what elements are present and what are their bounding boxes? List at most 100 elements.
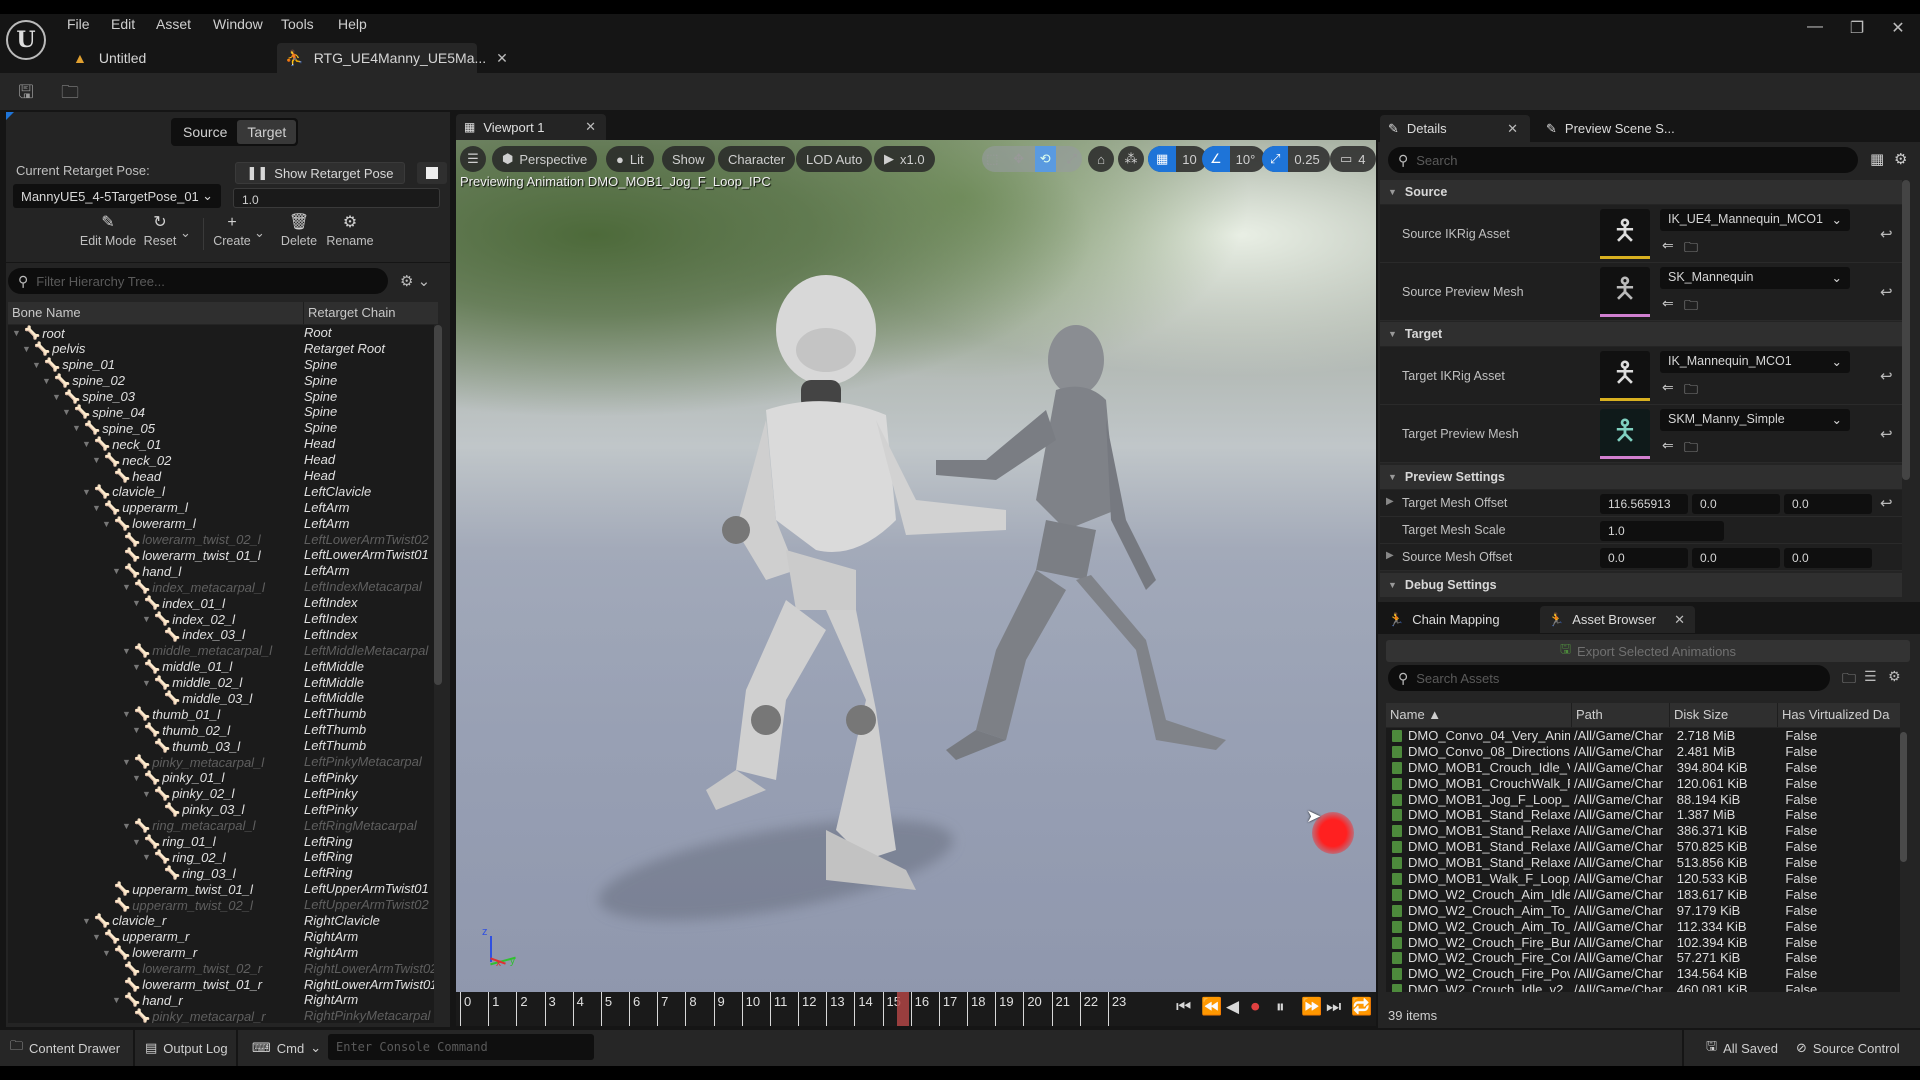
source-offset-z[interactable]: 0.0 (1784, 548, 1872, 568)
frame-tick[interactable]: 7 (657, 992, 668, 1026)
bone-row[interactable]: ▼ 🦴 pelvis Retarget Root (8, 341, 434, 357)
frame-tick[interactable]: 3 (544, 992, 556, 1026)
expand-triangle-icon[interactable]: ▼ (122, 821, 132, 831)
section-preview-settings[interactable]: ▼ Preview Settings (1380, 465, 1902, 489)
bone-row[interactable]: 🦴 pinky_metacarpal_r RightPinkyMetacarpal (8, 1008, 434, 1023)
bone-row[interactable]: ▼ 🦴 hand_r RightArm (8, 992, 434, 1008)
step-back-icon[interactable]: ⏪ (1201, 997, 1222, 1017)
menu-tools[interactable]: Tools (281, 16, 314, 36)
bone-row[interactable]: ▼ 🦴 thumb_02_l LeftThumb (8, 722, 434, 738)
bone-row[interactable]: ▼ 🦴 pinky_metacarpal_l LeftPinkyMetacarpal (8, 754, 434, 770)
bone-row[interactable]: ▼ 🦴 middle_02_l LeftMiddle (8, 675, 434, 691)
bone-row[interactable]: 🦴 head Head (8, 468, 434, 484)
asset-row[interactable]: DMO_W2_Crouch_Idle_v2_IF/All/Game/Char 46… (1386, 982, 1900, 992)
bone-row[interactable]: ▼ 🦴 neck_01 Head (8, 436, 434, 452)
browse-folder-icon[interactable]: 🗀 (58, 80, 82, 102)
source-ikrig-dropdown[interactable]: IK_UE4_Mannequin_MCO1 ⌄ (1660, 209, 1850, 231)
asset-row[interactable]: DMO_MOB1_Walk_F_Loop_I/All/Game/Char 120.… (1386, 871, 1900, 887)
frame-tick[interactable]: 1 (488, 992, 499, 1026)
folder-icon[interactable]: 🗀 (1842, 668, 1856, 692)
reset-dropdown-chevron-icon[interactable]: ⌄ (180, 225, 191, 241)
content-drawer-button[interactable]: 🗀 Content Drawer (10, 1038, 120, 1058)
viewport-3d[interactable]: ➤ z x y ☰ ⬢ Perspective ● Lit Show Charact… (456, 140, 1376, 992)
target-mesh-dropdown[interactable]: SKM_Manny_Simple ⌄ (1660, 409, 1850, 431)
grid-snap-button[interactable]: ▦ 10 (1148, 146, 1207, 172)
doc-tab-untitled[interactable]: ▲ Untitled (68, 43, 268, 73)
bone-row[interactable]: ▼ 🦴 spine_02 Spine (8, 373, 434, 389)
filter-hierarchy-input[interactable]: ⚲ Filter Hierarchy Tree... (8, 268, 388, 294)
ikrig-thumbnail[interactable]: 🯅 (1600, 209, 1650, 259)
viewport-menu-button[interactable]: ☰ (460, 146, 486, 172)
reset-to-default-icon[interactable]: ↩ (1880, 494, 1893, 512)
viewport-tab[interactable]: ▦ Viewport 1 ✕ (456, 114, 606, 140)
details-scrollbar[interactable] (1902, 180, 1910, 480)
pause-icon[interactable]: ⏸ (1276, 997, 1285, 1017)
minimize-button[interactable]: — (1795, 18, 1835, 42)
scale-snap-button[interactable]: ⤢ 0.25 (1262, 146, 1330, 172)
show-retarget-pose-button[interactable]: ❚❚ Show Retarget Pose (235, 162, 405, 184)
close-asset-browser-icon[interactable]: ✕ (1674, 612, 1685, 628)
bone-row[interactable]: 🦴 lowerarm_twist_01_l LeftLowerArmTwist01 (8, 547, 434, 563)
browse-asset-icon[interactable]: 🗀 (1684, 237, 1698, 261)
expand-triangle-icon[interactable]: ▼ (132, 725, 142, 735)
save-icon[interactable]: 🖫 (14, 80, 38, 102)
browse-asset-icon[interactable]: 🗀 (1684, 379, 1698, 403)
frame-tick[interactable]: 5 (600, 992, 612, 1026)
expand-triangle-icon[interactable]: ▼ (92, 455, 102, 465)
table-view-icon[interactable]: ▦ (1870, 150, 1884, 168)
tree-scrollbar[interactable] (434, 325, 442, 685)
surface-snap-button[interactable]: ⁂ (1118, 146, 1144, 172)
search-assets-input[interactable]: ⚲ Search Assets (1388, 665, 1830, 691)
expand-triangle-icon[interactable]: ▼ (112, 566, 122, 576)
asset-row[interactable]: DMO_MOB1_Stand_Relaxed/All/Game/Char 513.… (1386, 855, 1900, 871)
expand-triangle-icon[interactable]: ▼ (82, 487, 92, 497)
coordinate-space-button[interactable]: ⌂ (1088, 146, 1114, 172)
tab-details[interactable]: ✎ Details ✕ (1380, 115, 1530, 142)
play-speed-button[interactable]: ▶ x1.0 (874, 146, 935, 172)
menu-file[interactable]: File (67, 16, 90, 36)
browse-asset-icon[interactable]: 🗀 (1684, 295, 1698, 319)
expand-triangle-icon[interactable]: ▼ (52, 392, 62, 402)
menu-edit[interactable]: Edit (111, 16, 135, 36)
expand-triangle-icon[interactable]: ▼ (102, 948, 112, 958)
cmd-dropdown[interactable]: ⌨ Cmd ⌄ (252, 1038, 321, 1058)
bone-row[interactable]: ▼ 🦴 index_metacarpal_l LeftIndexMetacarpal (8, 579, 434, 595)
tree-settings-gear-icon[interactable]: ⚙ ⌄ (400, 272, 430, 290)
expand-triangle-icon[interactable]: ▼ (122, 646, 132, 656)
mesh-thumbnail[interactable]: 🯅 (1600, 267, 1650, 317)
rotation-snap-button[interactable]: ∠ 10° (1202, 146, 1266, 172)
bone-row[interactable]: ▼ 🦴 spine_04 Spine (8, 404, 434, 420)
expand-triangle-icon[interactable]: ▼ (12, 328, 22, 338)
asset-row[interactable]: DMO_W2_Crouch_Aim_To_C/All/Game/Char 97.1… (1386, 903, 1900, 919)
bone-row[interactable]: ▼ 🦴 ring_metacarpal_l LeftRingMetacarpal (8, 818, 434, 834)
asset-row[interactable]: DMO_W2_Crouch_Aim_To_S/All/Game/Char 112.… (1386, 919, 1900, 935)
retarget-pose-dropdown[interactable]: MannyUE5_4-5TargetPose_01 ⌄ (13, 184, 221, 208)
asset-row[interactable]: DMO_Convo_04_Very_Anim/All/Game/Char 2.71… (1386, 728, 1900, 744)
rename-button[interactable]: ⚙ Rename (315, 215, 385, 252)
expand-triangle-icon[interactable]: ▼ (122, 582, 132, 592)
bone-row[interactable]: ▼ 🦴 clavicle_l LeftClavicle (8, 484, 434, 500)
play-reverse-icon[interactable]: ◀ (1226, 997, 1239, 1017)
source-mesh-dropdown[interactable]: SK_Mannequin ⌄ (1660, 267, 1850, 289)
bone-row[interactable]: ▼ 🦴 middle_metacarpal_l LeftMiddleMetacarpa… (8, 643, 434, 659)
asset-row[interactable]: DMO_MOB1_Stand_Relaxed/All/Game/Char 386.… (1386, 823, 1900, 839)
bone-row[interactable]: ▼ 🦴 ring_01_l LeftRing (8, 834, 434, 850)
bone-row[interactable]: 🦴 pinky_03_l LeftPinky (8, 802, 434, 818)
menu-window[interactable]: Window (213, 16, 263, 36)
reset-to-default-icon[interactable]: ↩ (1880, 225, 1893, 243)
frame-tick[interactable]: 19 (995, 992, 1014, 1026)
bone-row[interactable]: ▼ 🦴 middle_01_l LeftMiddle (8, 659, 434, 675)
asset-row[interactable]: DMO_W2_Crouch_Fire_Cont/All/Game/Char 57.… (1386, 950, 1900, 966)
expand-arrow-icon[interactable]: ▶ (1386, 496, 1394, 507)
playhead[interactable] (896, 992, 909, 1026)
bone-row[interactable]: ▼ 🦴 neck_02 Head (8, 452, 434, 468)
target-scale-field[interactable]: 1.0 (1600, 521, 1724, 541)
bone-row[interactable]: ▼ 🦴 spine_03 Spine (8, 389, 434, 405)
frame-tick[interactable]: 6 (629, 992, 640, 1026)
expand-triangle-icon[interactable]: ▼ (42, 376, 52, 386)
asset-row[interactable]: DMO_W2_Crouch_Fire_Burs/All/Game/Char 102… (1386, 935, 1900, 951)
close-tab-icon[interactable]: ✕ (496, 50, 508, 67)
use-selected-icon[interactable]: ⇐ (1662, 437, 1674, 454)
toggle-source[interactable]: Source (173, 120, 237, 144)
doc-tab-retargeter[interactable]: ⛹ RTG_UE4Manny_UE5Ma... ✕ (277, 43, 508, 73)
